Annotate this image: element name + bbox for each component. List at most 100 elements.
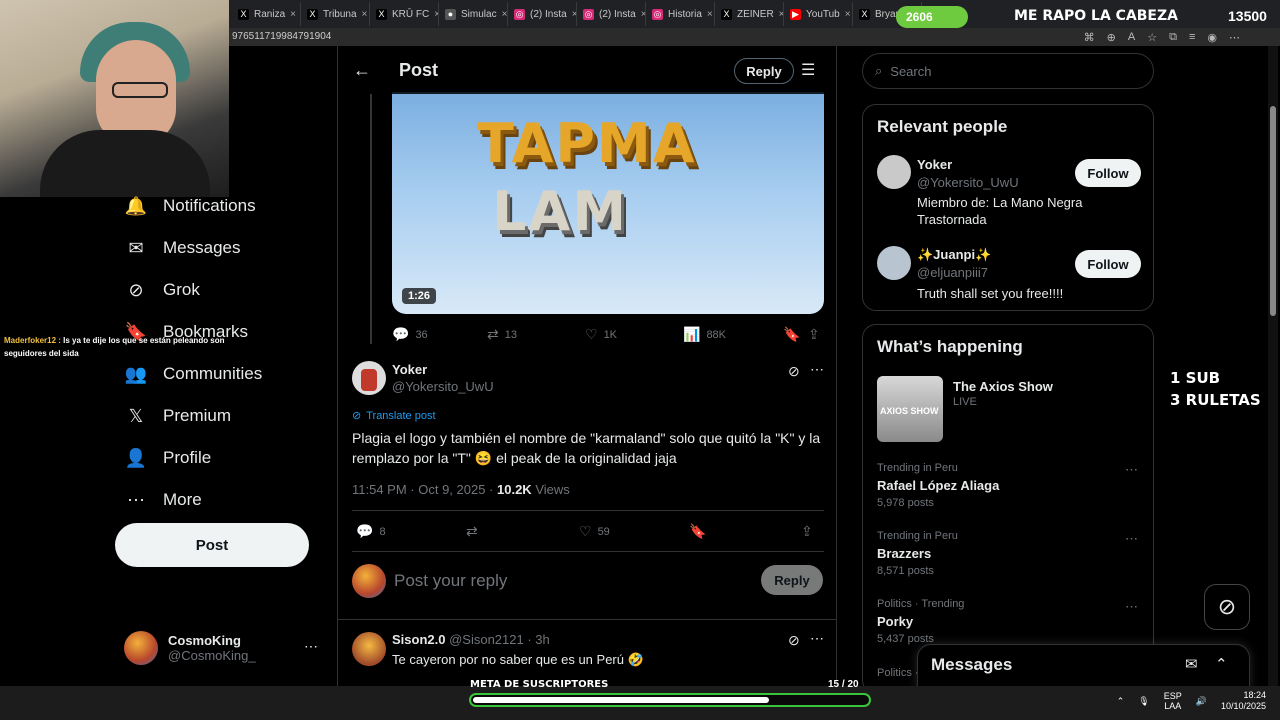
- like-action[interactable]: ♡ 59: [579, 523, 689, 540]
- zoom-icon[interactable]: ⊕: [1107, 31, 1116, 44]
- follow-button[interactable]: Follow: [1075, 159, 1141, 187]
- nav-item-more[interactable]: ⋯ More: [115, 479, 315, 521]
- account-switcher[interactable]: CosmoKing @CosmoKing_ ⋯: [124, 628, 324, 668]
- browser-tab[interactable]: ◎ (2) Insta ×: [508, 2, 577, 26]
- browser-menu-icon[interactable]: ⋯: [1229, 31, 1240, 44]
- browser-tab[interactable]: ◎ (2) Insta ×: [577, 2, 646, 26]
- instagram-icon: ◎: [583, 8, 594, 20]
- like-action[interactable]: ♡ 1K: [585, 326, 683, 343]
- bookmark-action[interactable]: 🔖: [689, 523, 801, 540]
- browser-tab[interactable]: XKRŪ FC×: [370, 2, 439, 26]
- nav-item-notifications[interactable]: 🔔 Notifications: [115, 185, 315, 227]
- favorite-icon[interactable]: ☆: [1147, 31, 1157, 44]
- reply-tweet[interactable]: Sison2.0 @Sison2121 · 3h ⊘ ⋯ Te cayeron …: [338, 619, 836, 686]
- close-tab-icon[interactable]: ×: [707, 9, 713, 20]
- chat-username: Maderfoker12 :: [4, 336, 61, 345]
- trend-name[interactable]: Rafael López Aliaga: [877, 478, 999, 493]
- extensions-icon[interactable]: ⧉: [1169, 31, 1177, 44]
- browser-tab[interactable]: ▶ YouTub ×: [784, 2, 853, 26]
- live-thumbnail[interactable]: AXIOS SHOW: [877, 376, 943, 442]
- x-icon: X: [859, 8, 870, 20]
- video-media[interactable]: TAPMA LAM 1:26: [392, 92, 824, 314]
- grok-floating-button[interactable]: ⊘: [1204, 584, 1250, 630]
- search-input[interactable]: ⌕ Search: [862, 53, 1154, 89]
- trend-category: Politics · Trending: [877, 598, 965, 610]
- new-message-icon[interactable]: ✉: [1185, 655, 1198, 673]
- trend-name[interactable]: Porky: [877, 614, 913, 629]
- tweet-avatar[interactable]: [352, 361, 386, 395]
- tweet-more-icon[interactable]: ⋯: [810, 361, 824, 378]
- scrollbar-thumb[interactable]: [1270, 106, 1276, 316]
- grok-icon[interactable]: ⊘: [788, 363, 800, 380]
- trend-more-icon[interactable]: ⋯: [1125, 531, 1138, 547]
- stream-chat-message: Maderfoker12 : Is ya te dije los que se …: [4, 334, 234, 360]
- live-title[interactable]: The Axios Show: [953, 379, 1053, 394]
- reply-submit-button[interactable]: Reply: [761, 565, 823, 595]
- person-name[interactable]: ✨Juanpi✨: [917, 247, 991, 263]
- browser-tab[interactable]: X Raniza ×: [232, 2, 301, 26]
- trend-count: 5,437 posts: [877, 633, 934, 645]
- repost-action[interactable]: ⇄: [466, 523, 579, 540]
- close-tab-icon[interactable]: ×: [290, 9, 296, 20]
- messages-dock[interactable]: Messages ✉ ⌃: [917, 644, 1250, 692]
- browser-tab[interactable]: ◎ Historia ×: [646, 2, 715, 26]
- tray-chevron-icon[interactable]: ⌃: [1117, 696, 1125, 707]
- expand-icon[interactable]: ⌃: [1215, 655, 1228, 673]
- reply-input[interactable]: Post your reply: [394, 571, 507, 591]
- nav-item-messages[interactable]: ✉ Messages: [115, 227, 315, 269]
- person-name[interactable]: Yoker: [917, 157, 952, 172]
- page-scrollbar[interactable]: [1268, 46, 1278, 686]
- account-more-icon[interactable]: ⋯: [304, 638, 318, 655]
- browser-tab[interactable]: X Tribuna ×: [301, 2, 370, 26]
- grok-icon[interactable]: ⊘: [788, 632, 800, 649]
- person-avatar[interactable]: [877, 155, 911, 189]
- share-action[interactable]: ⇪: [808, 326, 820, 343]
- views-action[interactable]: 📊 88K: [683, 326, 783, 343]
- nav-item-label: Notifications: [163, 196, 256, 215]
- close-tab-icon[interactable]: ×: [845, 9, 851, 20]
- tweet-author-handle[interactable]: @Yokersito_UwU: [392, 379, 494, 394]
- translate-link[interactable]: ⊘ Translate post: [352, 409, 436, 423]
- share-action[interactable]: ⇪: [801, 523, 813, 540]
- header-reply-button[interactable]: Reply: [734, 58, 794, 84]
- follow-button[interactable]: Follow: [1075, 250, 1141, 278]
- nav-item-grok[interactable]: ⊘ Grok: [115, 269, 315, 311]
- repost-action[interactable]: ⇄ 13: [487, 326, 585, 343]
- reply-action[interactable]: 💬 36: [392, 326, 487, 343]
- nav-item-profile[interactable]: 👤 Profile: [115, 437, 315, 479]
- read-aloud-icon[interactable]: A: [1128, 31, 1135, 43]
- trend-category: Trending in Peru: [877, 530, 958, 542]
- whats-happening-card: What’s happening AXIOS SHOW The Axios Sh…: [862, 324, 1154, 694]
- collections-icon[interactable]: ≡: [1189, 31, 1195, 43]
- browser-tab[interactable]: X ZEINER ×: [715, 2, 784, 26]
- language-indicator[interactable]: ESP LAA: [1164, 691, 1182, 711]
- close-tab-icon[interactable]: ×: [502, 9, 507, 20]
- tweet-author-name[interactable]: Yoker: [392, 362, 427, 377]
- post-button[interactable]: Post: [115, 523, 309, 567]
- sliders-icon[interactable]: ☰: [801, 60, 815, 80]
- trend-category: Trending in Peru: [877, 462, 958, 474]
- mic-icon[interactable]: 🎙: [1138, 696, 1149, 707]
- video-duration: 1:26: [402, 288, 437, 304]
- clock[interactable]: 18:24 10/10/2025: [1221, 690, 1266, 712]
- close-tab-icon[interactable]: ×: [362, 9, 368, 20]
- translate-icon[interactable]: ⌘: [1084, 31, 1095, 44]
- trend-count: 8,571 posts: [877, 565, 934, 577]
- trend-more-icon[interactable]: ⋯: [1125, 599, 1138, 615]
- volume-icon[interactable]: 🔊: [1196, 696, 1207, 707]
- browser-tab[interactable]: ● Simulac ×: [439, 2, 508, 26]
- person-avatar[interactable]: [877, 246, 911, 280]
- nav-item-label: Messages: [163, 238, 241, 257]
- profile-icon[interactable]: ◉: [1207, 31, 1217, 44]
- tweet-more-icon[interactable]: ⋯: [810, 630, 824, 647]
- nav-item-premium[interactable]: 𝕏 Premium: [115, 395, 315, 437]
- page-title: Post: [399, 60, 439, 80]
- thread-line: [370, 94, 372, 344]
- reply-action[interactable]: 💬 8: [356, 523, 466, 540]
- reply-avatar[interactable]: [352, 632, 386, 666]
- trend-name[interactable]: Brazzers: [877, 546, 931, 561]
- bookmark-action[interactable]: 🔖: [783, 326, 808, 343]
- app-icon: ●: [445, 8, 456, 20]
- back-arrow-icon[interactable]: ←: [353, 60, 371, 81]
- trend-more-icon[interactable]: ⋯: [1125, 462, 1138, 478]
